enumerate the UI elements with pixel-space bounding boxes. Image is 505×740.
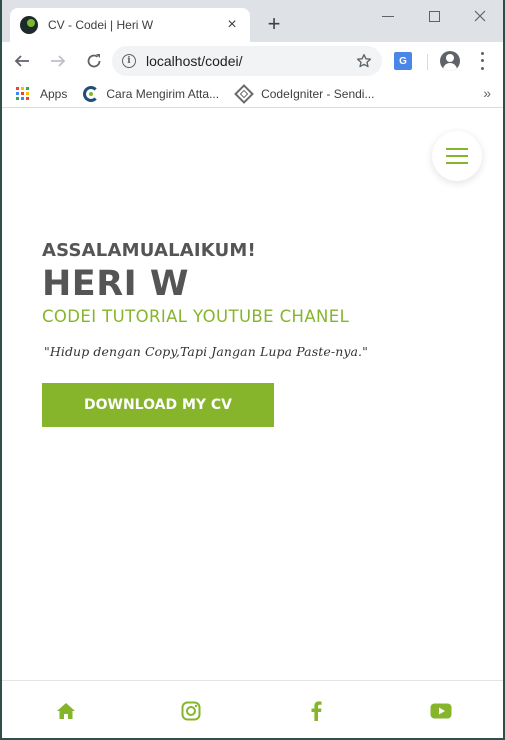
maximize-icon [428,10,440,22]
address-bar[interactable]: i localhost/codei/ [112,46,382,76]
new-tab-button[interactable]: + [264,13,284,35]
forward-button[interactable] [42,45,74,77]
bookmarks-overflow-icon[interactable]: » [483,85,491,101]
browser-window: CV - Codei | Heri W × + i localhost/code… [0,0,505,740]
minimize-button[interactable] [365,0,411,32]
window-controls [365,0,503,32]
close-icon [474,10,486,22]
bookmark-codeigniter[interactable]: CodeIgniter - Sendi... [234,83,375,104]
bottom-nav [2,680,503,738]
download-cv-button[interactable]: DOWNLOAD MY CV [42,383,274,427]
bookmark-label: CodeIgniter - Sendi... [261,86,375,101]
browser-toolbar: i localhost/codei/ G [2,42,503,80]
reload-button[interactable] [78,45,110,77]
hero-subtitle: CODEI TUTORIAL YOUTUBE CHANEL [42,307,350,326]
tab-strip: CV - Codei | Heri W × + [2,0,503,42]
url-text[interactable]: localhost/codei/ [146,53,356,69]
tab-close-icon[interactable]: × [224,16,240,34]
codei-favicon-icon [20,16,38,34]
minimize-icon [382,15,394,17]
instagram-icon[interactable] [179,699,203,723]
hamburger-line [446,162,468,164]
codei-favicon-icon [83,85,100,102]
codeigniter-icon [234,83,254,104]
hero-quote: "Hidup dengan Copy,Tapi Jangan Lupa Past… [44,344,368,359]
browser-menu-icon[interactable] [472,50,492,72]
back-arrow-icon [14,55,29,67]
close-window-button[interactable] [457,0,503,32]
back-button[interactable] [6,45,38,77]
hamburger-menu-button[interactable] [432,131,482,181]
bookmark-label: Apps [40,86,68,101]
hero-name: HERI W [42,264,189,304]
tab-title: CV - Codei | Heri W [48,18,154,32]
hero-greeting: ASSALAMUALAIKUM! [42,240,256,261]
bookmark-label: Cara Mengirim Atta... [106,86,220,101]
bookmark-star-icon[interactable] [356,53,372,69]
profile-avatar-icon[interactable] [440,51,460,71]
maximize-button[interactable] [411,0,457,32]
hamburger-line [446,155,468,157]
browser-tab[interactable]: CV - Codei | Heri W × [10,8,250,42]
page-content: ASSALAMUALAIKUM! HERI W CODEI TUTORIAL Y… [2,109,503,680]
youtube-icon[interactable] [429,699,453,723]
facebook-icon[interactable] [304,699,328,723]
bookmark-apps[interactable]: Apps [16,86,68,101]
toolbar-divider [427,54,428,70]
bookmark-cara-mengirim[interactable]: Cara Mengirim Atta... [83,85,220,102]
reload-icon [87,54,101,68]
hamburger-line [446,148,468,150]
site-info-icon[interactable]: i [122,54,136,68]
apps-grid-icon [16,86,30,101]
forward-arrow-icon [51,55,66,67]
translate-extension-icon[interactable]: G [394,52,412,70]
home-icon[interactable] [54,699,78,723]
bookmarks-bar: Apps Cara Mengirim Atta... CodeIgniter -… [2,80,503,108]
